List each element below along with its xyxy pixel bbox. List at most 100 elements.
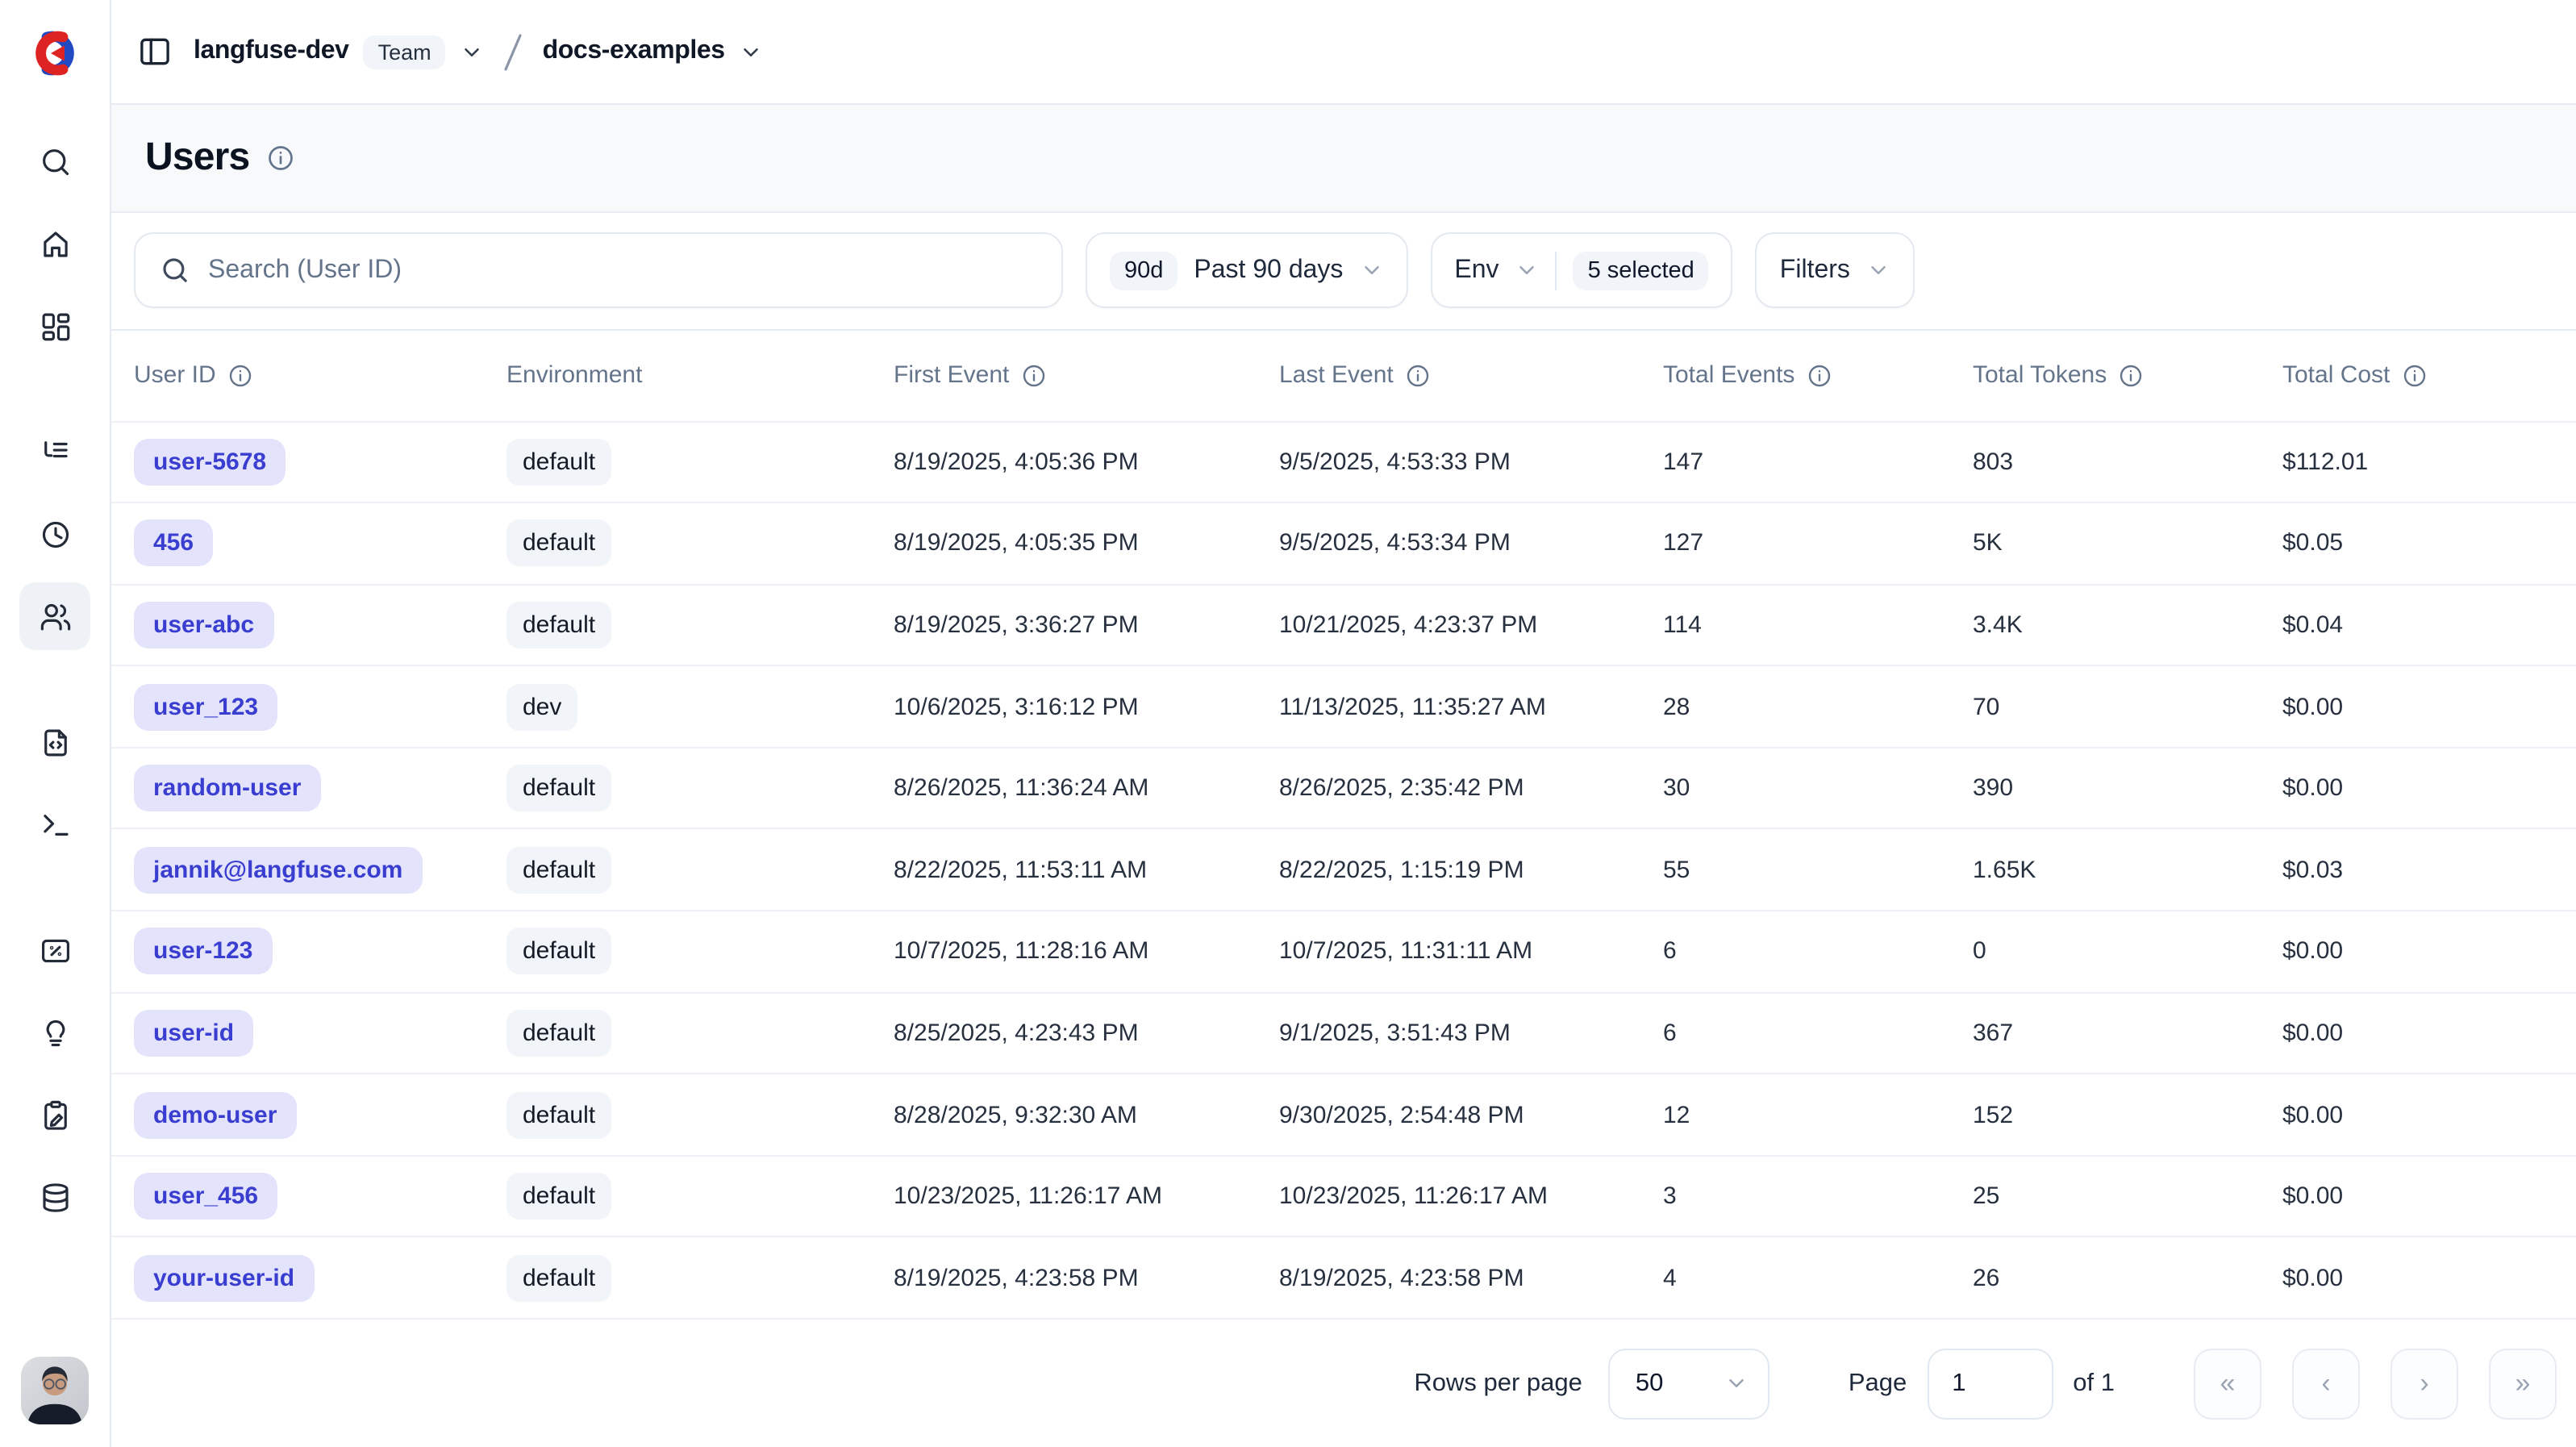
sidebar-item-annotation-queues[interactable]	[19, 1081, 90, 1149]
rows-per-page-select[interactable]: 50	[1608, 1348, 1769, 1419]
total-events-cell: 147	[1663, 448, 1973, 476]
environment-badge: default	[506, 928, 611, 975]
total-tokens-cell: 367	[1973, 1020, 2282, 1047]
table-row[interactable]: user-iddefault8/25/2025, 4:23:43 PM9/1/2…	[111, 993, 2576, 1074]
rows-per-page-label: Rows per page	[1414, 1369, 1582, 1398]
search-box	[134, 232, 1063, 308]
info-icon[interactable]	[2401, 362, 2427, 388]
info-icon[interactable]	[1020, 362, 1046, 388]
project-name[interactable]: docs-examples	[543, 37, 725, 66]
column-label: Total Tokens	[1973, 361, 2107, 389]
sidebar-item-scores[interactable]	[19, 916, 90, 984]
sidebar-toggle-button[interactable]	[137, 34, 173, 69]
total-cost-cell: $0.00	[2282, 1264, 2553, 1291]
total-tokens-cell: 5K	[1973, 530, 2282, 557]
sidebar-item-evaluation[interactable]	[19, 999, 90, 1066]
environment-badge: default	[506, 1010, 611, 1057]
database-icon	[38, 1180, 72, 1214]
user-id-badge[interactable]: your-user-id	[134, 1254, 314, 1301]
user-id-badge[interactable]: user-123	[134, 928, 272, 975]
total-tokens-cell: 390	[1973, 774, 2282, 802]
info-icon[interactable]	[2118, 362, 2144, 388]
first-event-cell: 10/23/2025, 11:26:17 AM	[894, 1182, 1279, 1210]
table-row[interactable]: user-123 default 10/7/2025, 11:28:16 AM10/…	[111, 911, 2576, 993]
filters-button[interactable]: Filters	[1756, 232, 1915, 308]
table-row[interactable]: demo-userdefault8/28/2025, 9:32:30 AM9/3…	[111, 1075, 2576, 1157]
first-event-cell: 8/28/2025, 9:32:30 AM	[894, 1101, 1279, 1128]
total-tokens-cell: 70	[1973, 693, 2282, 720]
chevron-down-icon	[1359, 258, 1383, 282]
user-id-badge[interactable]: random-user	[134, 765, 320, 811]
user-id-badge[interactable]: user_123	[134, 683, 277, 730]
first-page-button[interactable]: «	[2194, 1348, 2261, 1419]
users-icon	[38, 599, 72, 633]
total-events-cell: 55	[1663, 857, 1973, 884]
first-event-cell: 10/7/2025, 11:28:16 AM	[894, 938, 1279, 965]
sidebar-item-datasets[interactable]	[19, 1163, 90, 1231]
environment-badge: default	[506, 520, 611, 567]
previous-page-button[interactable]: ‹	[2292, 1348, 2360, 1419]
environment-filter-button[interactable]: Env 5 selected	[1430, 232, 1732, 308]
user-id-badge[interactable]: user_456	[134, 1173, 277, 1220]
table-row[interactable]: 456default8/19/2025, 4:05:35 PM9/5/2025,…	[111, 503, 2576, 585]
next-page-button[interactable]: ›	[2391, 1348, 2458, 1419]
info-icon[interactable]	[265, 144, 294, 173]
sidebar-item-home[interactable]	[19, 210, 90, 277]
total-events-cell: 3	[1663, 1182, 1973, 1210]
page-header: Users	[111, 105, 2576, 212]
table-row[interactable]: user-5678default8/19/2025, 4:05:36 PM9/5…	[111, 422, 2576, 503]
info-icon[interactable]	[227, 362, 253, 388]
table-row[interactable]: jannik@langfuse.comdefault8/22/2025, 11:…	[111, 830, 2576, 911]
terminal-icon	[38, 807, 72, 841]
user-id-badge[interactable]: 456	[134, 520, 213, 567]
user-id-badge[interactable]: demo-user	[134, 1091, 296, 1138]
search-icon	[160, 255, 190, 286]
table-row[interactable]: random-userdefault8/26/2025, 11:36:24 AM…	[111, 749, 2576, 830]
user-avatar[interactable]	[21, 1357, 89, 1424]
org-name[interactable]: langfuse-dev	[194, 37, 349, 66]
sidebar-item-prompts[interactable]	[19, 708, 90, 776]
chevron-down-icon[interactable]	[461, 40, 485, 64]
home-icon	[38, 227, 72, 261]
page-number-input[interactable]	[1928, 1348, 2053, 1419]
search-icon	[38, 144, 72, 178]
user-id-badge[interactable]: user-abc	[134, 602, 273, 648]
last-page-button[interactable]: »	[2489, 1348, 2557, 1419]
search-input[interactable]	[208, 256, 1037, 285]
column-header-first-event: First Event	[894, 361, 1279, 389]
topbar: langfuse-dev Team docs-examples	[111, 0, 2576, 105]
sidebar-item-users[interactable]	[19, 582, 90, 650]
sidebar-item-sessions[interactable]	[19, 500, 90, 568]
total-events-cell: 6	[1663, 938, 1973, 965]
table-body: user-5678default8/19/2025, 4:05:36 PM9/5…	[111, 422, 2576, 1320]
table-row[interactable]: your-user-iddefault8/19/2025, 4:23:58 PM…	[111, 1238, 2576, 1320]
total-tokens-cell: 152	[1973, 1101, 2282, 1128]
user-id-badge[interactable]: user-id	[134, 1010, 253, 1057]
total-tokens-cell: 1.65K	[1973, 857, 2282, 884]
column-header-environment: Environment	[506, 361, 894, 389]
last-event-cell: 10/7/2025, 11:31:11 AM	[1279, 938, 1663, 965]
column-label: User ID	[134, 361, 216, 389]
clipboard-pen-icon	[38, 1098, 72, 1132]
table-row[interactable]: user_456default10/23/2025, 11:26:17 AM10…	[111, 1157, 2576, 1238]
last-event-cell: 9/5/2025, 4:53:33 PM	[1279, 448, 1663, 476]
chevron-down-icon[interactable]	[740, 40, 764, 64]
total-events-cell: 6	[1663, 1020, 1973, 1047]
total-events-cell: 114	[1663, 611, 1973, 639]
info-icon[interactable]	[1806, 362, 1832, 388]
langfuse-logo-icon[interactable]	[21, 19, 89, 87]
sidebar-item-dashboards[interactable]	[19, 292, 90, 360]
sidebar-item-playground[interactable]	[19, 790, 90, 858]
user-id-badge[interactable]: jannik@langfuse.com	[134, 847, 422, 894]
chevron-right-icon: ›	[2420, 1367, 2428, 1399]
sidebar-nav	[19, 127, 90, 1231]
info-icon[interactable]	[1405, 362, 1431, 388]
table-row[interactable]: user-abcdefault8/19/2025, 3:36:27 PM10/2…	[111, 585, 2576, 666]
date-range-button[interactable]: 90d Past 90 days	[1086, 232, 1407, 308]
percent-card-icon	[38, 933, 72, 967]
last-event-cell: 10/21/2025, 4:23:37 PM	[1279, 611, 1663, 639]
table-row[interactable]: user_123dev10/6/2025, 3:16:12 PM11/13/20…	[111, 667, 2576, 749]
sidebar-item-search[interactable]	[19, 127, 90, 195]
sidebar-item-tracing[interactable]	[19, 418, 90, 486]
user-id-badge[interactable]: user-5678	[134, 439, 286, 486]
